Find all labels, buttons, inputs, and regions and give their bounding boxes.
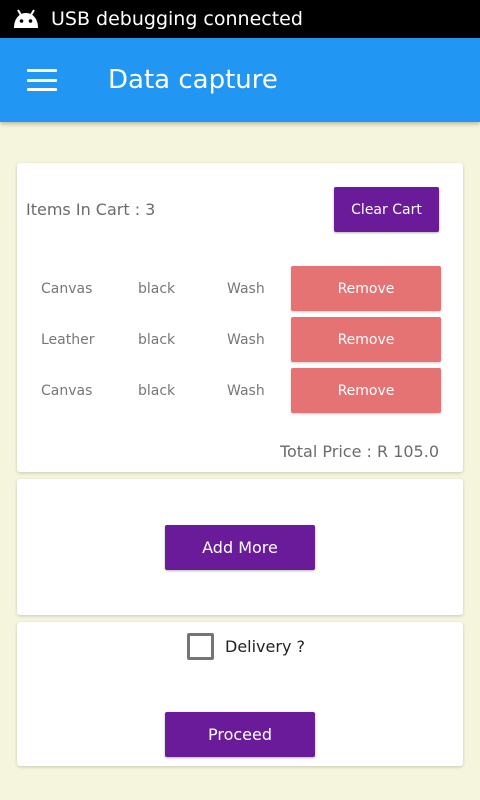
remove-item-button[interactable]: Remove (291, 317, 441, 362)
cart-item-material: Canvas (41, 280, 93, 297)
page-title: Data capture (108, 65, 278, 95)
app-bar: Data capture (0, 38, 480, 122)
cart-item-color: black (138, 331, 176, 348)
clear-cart-button[interactable]: Clear Cart (334, 187, 439, 232)
items-in-cart-label: Items In Cart : 3 (26, 200, 156, 219)
menu-icon[interactable] (27, 69, 57, 91)
remove-item-button[interactable]: Remove (291, 368, 441, 413)
delivery-label: Delivery ? (225, 637, 305, 656)
remove-item-button[interactable]: Remove (291, 266, 441, 311)
cart-item-material: Canvas (41, 382, 93, 399)
cart-item-color: black (138, 280, 176, 297)
status-bar: USB debugging connected (0, 0, 480, 38)
cart-item-color: black (138, 382, 176, 399)
add-more-button[interactable]: Add More (165, 525, 315, 570)
cart-item-wash: Wash (227, 382, 265, 399)
add-more-card: Add More (17, 479, 463, 615)
status-text: USB debugging connected (51, 8, 303, 30)
cart-item-row: Leather black Wash Remove (17, 317, 463, 362)
cart-item-wash: Wash (227, 280, 265, 297)
cart-item-row: Canvas black Wash Remove (17, 266, 463, 311)
checkout-card: Delivery ? Proceed (17, 622, 463, 766)
cart-item-row: Canvas black Wash Remove (17, 368, 463, 413)
cart-item-wash: Wash (227, 331, 265, 348)
cart-card: Items In Cart : 3 Clear Cart Canvas blac… (17, 163, 463, 472)
android-icon (14, 9, 38, 28)
delivery-checkbox[interactable] (187, 633, 214, 660)
total-price: Total Price : R 105.0 (279, 442, 439, 461)
proceed-button[interactable]: Proceed (165, 712, 315, 757)
delivery-option[interactable]: Delivery ? (187, 633, 305, 660)
cart-item-material: Leather (41, 331, 95, 348)
